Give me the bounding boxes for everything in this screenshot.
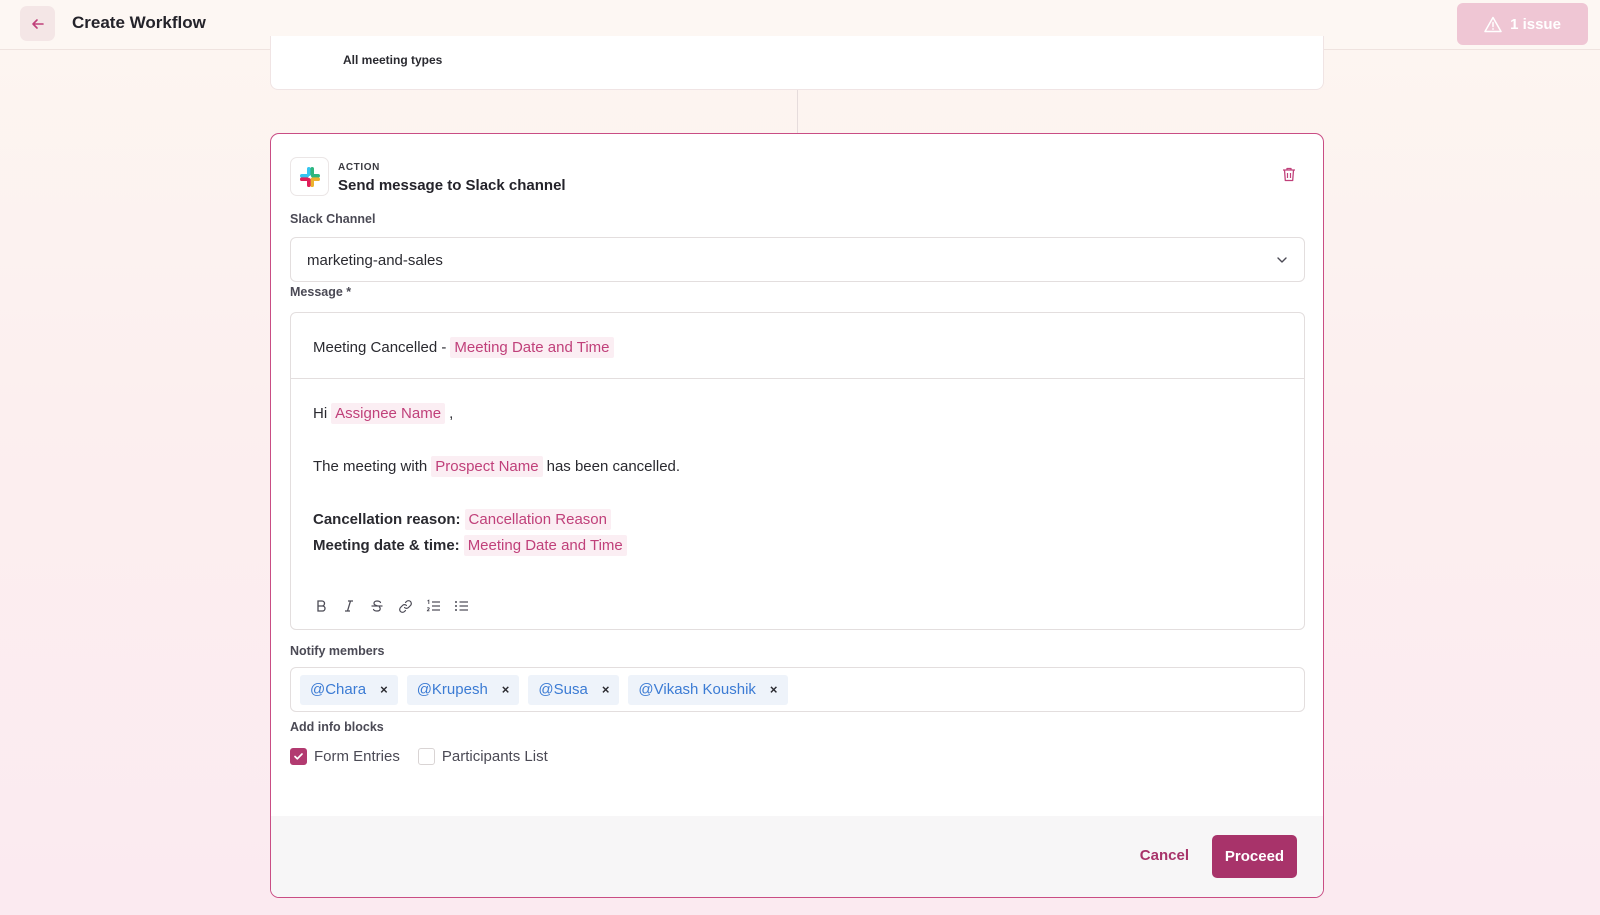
member-chip: @Susa × [528,674,620,705]
message-label: Message * [290,285,352,299]
remove-member-icon[interactable]: × [602,682,610,697]
body-text-after: has been cancelled. [546,458,681,475]
remove-member-icon[interactable]: × [380,682,388,697]
greeting-text: Hi [313,405,328,422]
bullet-list-icon [454,601,468,611]
format-toolbar [313,598,469,614]
issues-button[interactable]: 1 issue [1457,3,1588,45]
participants-list-label: Participants List [441,748,548,765]
reason-line: Cancellation reason: Cancellation Reason [313,509,615,530]
italic-button[interactable] [341,598,357,614]
member-chip: @Chara × [300,674,398,705]
issues-label: 1 issue [1510,15,1561,33]
slack-channel-label: Slack Channel [290,212,376,226]
participants-list-option[interactable]: Participants List [417,748,548,765]
bold-icon [317,600,326,612]
arrow-left-icon [31,18,44,29]
cancel-button[interactable]: Cancel [1140,847,1189,864]
subject-text: Meeting Cancelled - [313,339,447,356]
form-entries-checkbox[interactable] [290,748,307,765]
greeting-line: Hi Assignee Name , [313,403,453,424]
info-blocks-label: Add info blocks [290,720,384,734]
action-tag: ACTION [338,162,380,173]
member-chip: @Vikash Koushik × [628,674,788,705]
remove-member-icon[interactable]: × [502,682,510,697]
italic-icon [345,600,353,612]
date-line: Meeting date & time: Meeting Date and Ti… [313,535,631,556]
slack-channel-value: marketing-and-sales [307,252,443,269]
trash-icon [1283,167,1295,182]
date-label: Meeting date & time: [313,537,460,554]
link-button[interactable] [397,598,413,614]
variable-chip[interactable]: Cancellation Reason [464,509,611,530]
variable-chip[interactable]: Meeting Date and Time [463,535,627,556]
bullet-list-button[interactable] [453,598,469,614]
member-name: @Krupesh [416,681,488,698]
greeting-comma: , [449,405,454,422]
variable-chip[interactable]: Meeting Date and Time [450,337,614,358]
variable-chip[interactable]: Assignee Name [331,403,446,424]
back-button[interactable] [20,6,55,41]
delete-button[interactable] [1282,167,1296,187]
slack-icon [290,157,329,196]
reason-label: Cancellation reason: [313,511,461,528]
page-title: Create Workflow [72,13,206,32]
subject-line: Meeting Cancelled - Meeting Date and Tim… [313,337,618,358]
step-connector [797,90,798,134]
form-entries-option[interactable]: Form Entries [290,748,400,765]
trigger-meeting-types: All meeting types [343,53,443,67]
link-icon [398,599,412,613]
form-entries-label: Form Entries [314,748,400,765]
strikethrough-icon [371,600,383,612]
info-blocks-options: Form Entries Participants List [290,748,548,765]
member-name: @Chara [310,681,367,698]
strikethrough-button[interactable] [369,598,385,614]
remove-member-icon[interactable]: × [770,682,778,697]
slack-channel-select[interactable]: marketing-and-sales [290,237,1305,282]
body-line: The meeting with Prospect Name has been … [313,456,680,477]
ordered-list-icon [426,599,440,612]
body-text-before: The meeting with [313,458,428,475]
card-footer: Cancel Proceed [271,816,1323,897]
trigger-card[interactable]: All meeting types [270,36,1324,90]
checkmark-icon [294,753,303,760]
ordered-list-button[interactable] [425,598,441,614]
action-card: ACTION Send message to Slack channel Sla… [270,133,1324,898]
member-name: @Vikash Koushik [638,681,756,698]
message-subject[interactable]: Meeting Cancelled - Meeting Date and Tim… [291,313,1304,379]
notify-members-input[interactable]: @Chara × @Krupesh × @Susa × @Vikash Kous… [290,667,1305,712]
bold-button[interactable] [313,598,329,614]
notify-members-label: Notify members [290,644,385,658]
warning-icon [1484,16,1502,32]
participants-list-checkbox[interactable] [417,748,435,765]
message-editor[interactable]: Meeting Cancelled - Meeting Date and Tim… [290,312,1305,630]
variable-chip[interactable]: Prospect Name [431,456,543,477]
proceed-button[interactable]: Proceed [1212,835,1297,878]
chevron-down-icon [1277,257,1287,263]
member-name: @Susa [538,681,588,698]
action-title: Send message to Slack channel [338,177,566,194]
member-chip: @Krupesh × [406,674,520,705]
